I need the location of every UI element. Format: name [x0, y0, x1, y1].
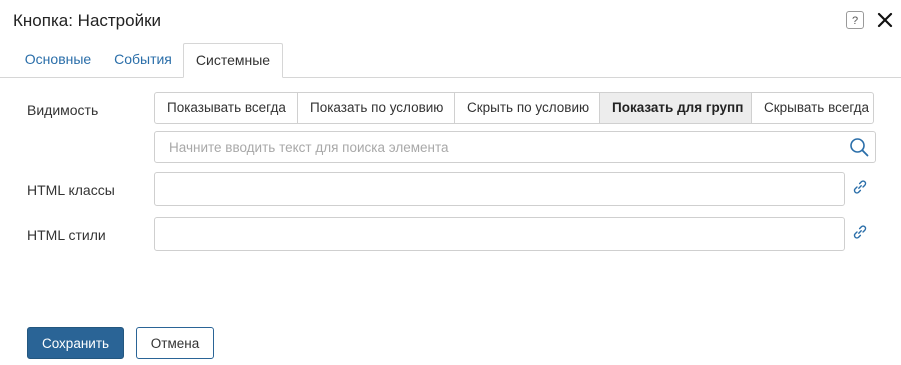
tab-bar: Основные События Системные [0, 43, 901, 78]
link-icon[interactable] [852, 179, 868, 195]
close-icon [877, 12, 893, 28]
close-button[interactable] [876, 11, 894, 29]
dialog-title: Кнопка: Настройки [13, 11, 162, 30]
tab-main[interactable]: Основные [14, 43, 102, 76]
html-styles-input[interactable] [154, 217, 845, 251]
html-classes-label: HTML классы [27, 182, 115, 198]
html-classes-input[interactable] [154, 172, 845, 206]
visibility-label: Видимость [27, 102, 99, 118]
visibility-option-show-by-condition[interactable]: Показать по условию [297, 92, 455, 124]
link-icon[interactable] [852, 224, 868, 240]
visibility-option-hide-by-condition[interactable]: Скрыть по условию [454, 92, 600, 124]
group-search-input[interactable] [155, 132, 835, 162]
visibility-option-show-for-groups[interactable]: Показать для групп [599, 92, 752, 124]
html-styles-label: HTML стили [27, 227, 106, 243]
visibility-option-show-always[interactable]: Показывать всегда [154, 92, 298, 124]
search-icon[interactable] [849, 137, 869, 157]
visibility-selector: Показывать всегда Показать по условию Ск… [154, 92, 874, 124]
tab-events[interactable]: События [104, 43, 182, 76]
visibility-option-hide-always[interactable]: Скрывать всегда [751, 92, 874, 124]
svg-text:?: ? [852, 15, 858, 27]
cancel-button[interactable]: Отмена [136, 327, 214, 359]
question-icon: ? [852, 15, 858, 27]
group-search-box [154, 131, 876, 163]
save-button[interactable]: Сохранить [27, 327, 124, 359]
help-button[interactable]: ? [846, 11, 864, 29]
tab-system[interactable]: Системные [183, 43, 283, 78]
